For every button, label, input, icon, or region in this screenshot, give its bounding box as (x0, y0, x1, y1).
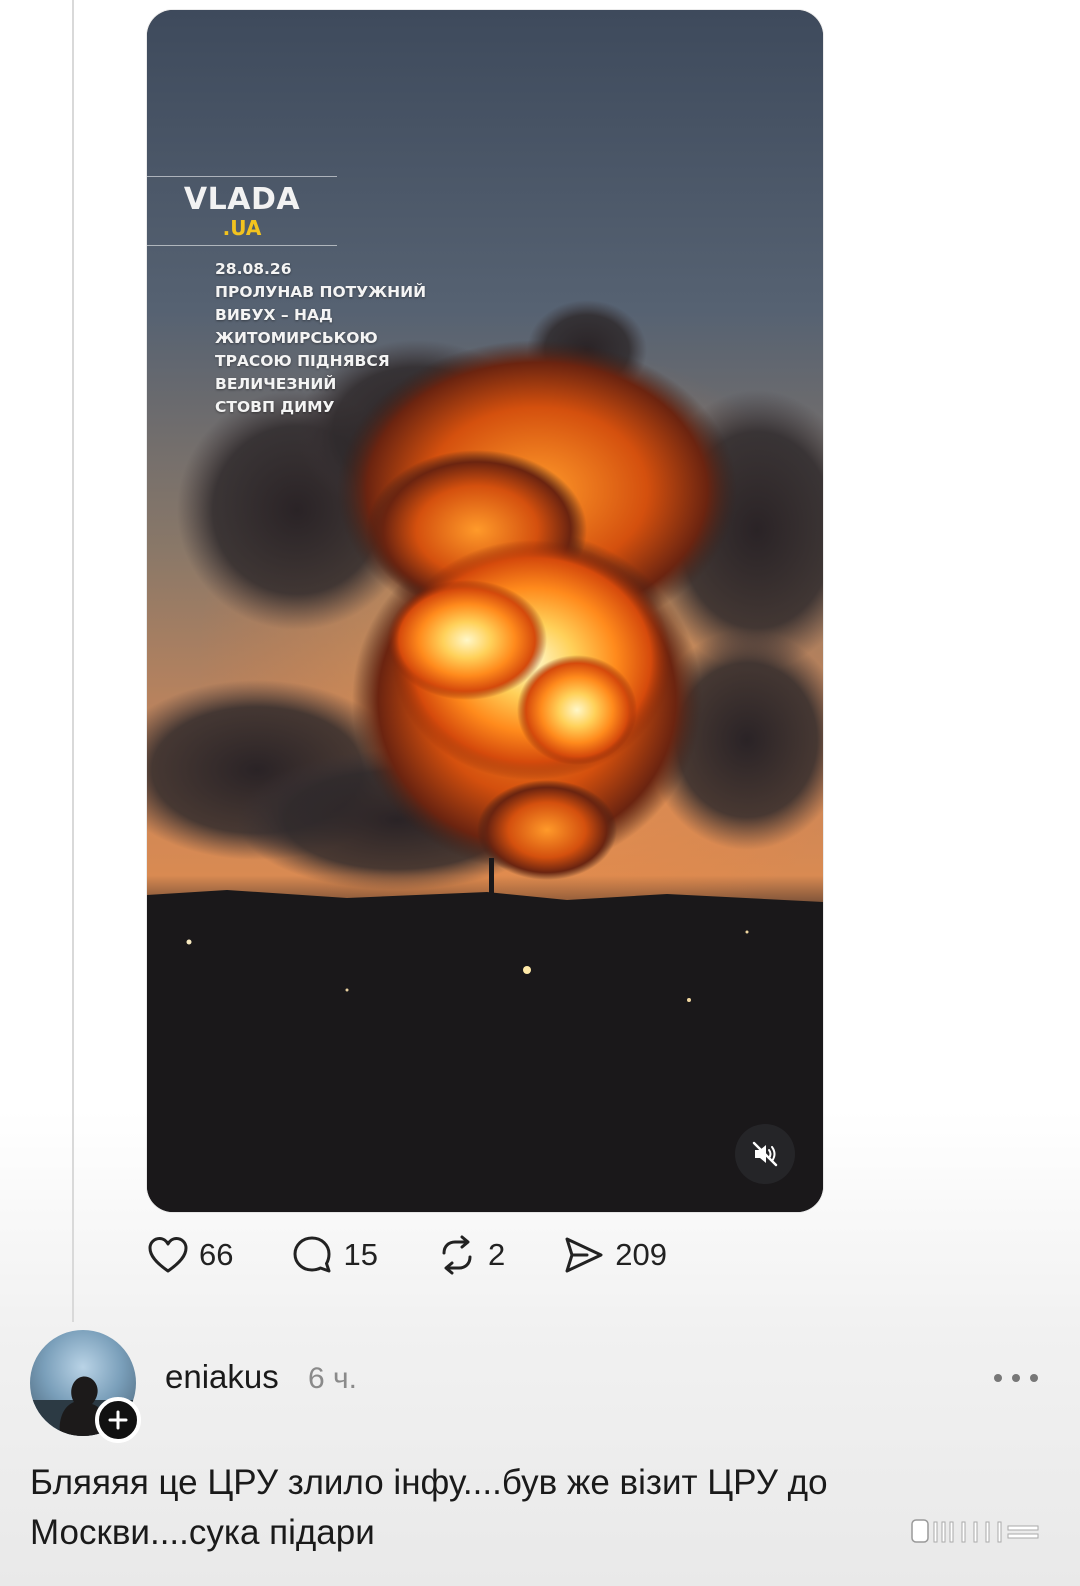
caption-line: ТРАСОЮ ПІДНЯВСЯ (215, 352, 390, 370)
more-dot (994, 1374, 1002, 1382)
repost-icon (442, 1235, 472, 1275)
send-icon (565, 1237, 603, 1273)
caption-line: СТОВП ДИМУ (215, 398, 335, 416)
repost-button[interactable]: 2 (436, 1234, 505, 1276)
video-caption: 28.08.26 ПРОЛУНАВ ПОТУЖНИЙ ВИБУХ – НАД Ж… (215, 258, 505, 419)
caption-line: ЖИТОМИРСЬКОЮ (215, 329, 378, 347)
speaker-muted-icon (752, 1141, 778, 1167)
more-options-button[interactable] (994, 1366, 1038, 1390)
logo-divider-top (147, 176, 337, 177)
caption-line: ПРОЛУНАВ ПОТУЖНИЙ (215, 283, 427, 301)
reply-text: Бляяяя це ЦРУ злило інфу....був же візит… (30, 1458, 930, 1558)
reply-username[interactable]: eniakus (165, 1358, 279, 1396)
caption-date: 28.08.26 (215, 260, 292, 278)
reply-text-line: Бляяяя це ЦРУ злило інфу....був же візит… (30, 1463, 828, 1502)
watermark-icon (911, 1519, 1039, 1543)
reply-timestamp: 6 ч. (308, 1362, 357, 1395)
vlada-logo: VLADA .UA (147, 176, 337, 246)
more-dot (1012, 1374, 1020, 1382)
heart-icon (148, 1237, 188, 1273)
comment-bubble-icon (293, 1236, 331, 1273)
like-button[interactable]: 66 (147, 1235, 233, 1275)
share-count: 209 (615, 1237, 667, 1272)
reply-text-line: Москви....сука підари (30, 1513, 375, 1552)
comment-button[interactable]: 15 (291, 1234, 378, 1276)
logo-divider-bottom (147, 245, 337, 246)
follow-button[interactable] (95, 1397, 141, 1443)
mute-button[interactable] (735, 1124, 795, 1184)
like-count: 66 (199, 1237, 234, 1272)
logo-name: VLADA (183, 182, 301, 217)
thread-line (72, 0, 74, 1322)
share-button[interactable]: 209 (563, 1234, 667, 1276)
repost-count: 2 (487, 1237, 506, 1272)
post-actions: 66 15 2 209 (147, 1232, 725, 1278)
post-video[interactable]: VLADA .UA 28.08.26 ПРОЛУНАВ ПОТУЖНИЙ ВИБ… (147, 10, 823, 1212)
caption-line: ВИБУХ – НАД (215, 306, 333, 324)
plus-icon (108, 1410, 128, 1430)
logo-suffix: .UA (222, 216, 262, 240)
comment-count: 15 (343, 1237, 378, 1272)
more-dot (1030, 1374, 1038, 1382)
caption-line: ВЕЛИЧЕЗНИЙ (215, 375, 337, 393)
